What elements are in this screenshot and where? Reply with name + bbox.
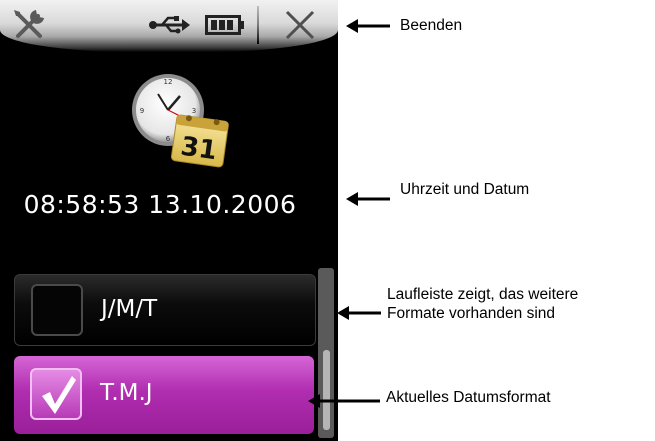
status-bar-divider: [257, 6, 259, 44]
usb-icon: [149, 16, 190, 34]
annotation-arrow-quit: [346, 19, 390, 33]
checkbox-unchecked[interactable]: [31, 284, 83, 336]
annotation-arrow-scroll: [337, 306, 381, 320]
tools-icon[interactable]: [10, 6, 48, 44]
current-datetime: 08:58:53 13.10.2006: [23, 190, 297, 219]
scrollbar-thumb[interactable]: [323, 350, 330, 430]
annotation-scroll: Laufleiste zeigt, das weitere Formate vo…: [387, 285, 578, 323]
svg-text:9: 9: [140, 107, 144, 115]
svg-text:3: 3: [192, 107, 196, 115]
annotation-scroll-line2: Formate vorhanden sind: [387, 305, 556, 322]
format-label: J/M/T: [101, 296, 158, 322]
date-format-list: J/M/T T.M.J: [0, 270, 316, 441]
annotation-arrow-time: [346, 192, 390, 206]
format-label: T.M.J: [100, 380, 153, 406]
status-bar: [0, 0, 338, 52]
annotation-quit: Beenden: [400, 17, 463, 34]
checkmark-icon: [42, 376, 76, 414]
calendar-day: 31: [179, 132, 219, 167]
clock-calendar-icon: 12 3 6 9 31: [132, 74, 229, 168]
device-screen: 12 3 6 9 31 08:58:53 13.10.2006 J/M/T T.M.…: [0, 0, 338, 441]
battery-icon: [205, 15, 244, 35]
annotation-scroll-line1: Laufleiste zeigt, das weitere: [387, 286, 579, 303]
annotation-time-date: Uhrzeit und Datum: [400, 181, 530, 198]
checkbox-checked[interactable]: [30, 368, 82, 420]
svg-text:6: 6: [166, 135, 171, 143]
format-option-jmt[interactable]: J/M/T: [14, 274, 316, 346]
close-icon[interactable]: [283, 8, 317, 42]
annotation-current-format: Aktuelles Datumsformat: [386, 389, 551, 406]
scrollbar[interactable]: [318, 268, 334, 438]
svg-text:12: 12: [164, 78, 173, 86]
format-option-tmj[interactable]: T.M.J: [14, 356, 314, 434]
annotation-arrow-format: [308, 394, 380, 408]
